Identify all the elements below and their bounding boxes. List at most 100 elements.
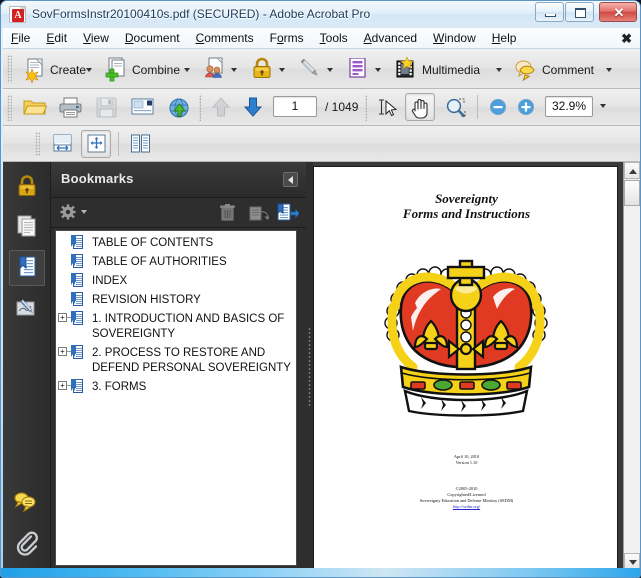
chevron-down-icon[interactable] <box>600 104 606 108</box>
create-button-label: Create <box>50 63 87 77</box>
bookmarks-list[interactable]: TABLE OF CONTENTS TABLE OF AUTHORITIES I… <box>55 230 297 566</box>
fit-page-icon <box>87 134 106 153</box>
page-thumbnails-icon <box>17 215 36 237</box>
expand-bookmark-icon[interactable] <box>58 313 67 322</box>
bookmarks-title: Bookmarks <box>61 171 134 186</box>
collaborate-icon <box>205 57 223 78</box>
menu-window[interactable]: Window <box>425 28 484 49</box>
menu-file[interactable]: File <box>3 28 38 49</box>
toolbar-grip[interactable] <box>7 55 12 83</box>
list-item[interactable]: TABLE OF CONTENTS <box>56 234 296 253</box>
toolbar-grip[interactable] <box>35 132 40 156</box>
toolbar-divider <box>118 132 119 156</box>
collapse-panel-button[interactable] <box>283 172 298 187</box>
open-file-button[interactable] <box>19 93 49 121</box>
panel-splitter[interactable] <box>306 162 313 570</box>
close-document-button[interactable]: ✖ <box>621 28 632 49</box>
combine-files-icon <box>105 57 125 82</box>
close-window-button[interactable]: ✕ <box>599 2 637 22</box>
menu-advanced[interactable]: Advanced <box>356 28 425 49</box>
menu-document[interactable]: Document <box>117 28 188 49</box>
comment-button[interactable]: Comment <box>511 53 617 85</box>
scroll-down-arrow-icon <box>629 560 637 565</box>
list-item[interactable]: 2. PROCESS TO RESTORE AND DEFEND PERSONA… <box>56 344 296 378</box>
fit-page-button[interactable] <box>81 130 111 158</box>
list-item[interactable]: 3. FORMS <box>56 378 296 397</box>
save-disk-icon <box>96 97 117 118</box>
sidebar-item-attachments[interactable] <box>9 525 45 561</box>
chevron-down-icon <box>86 68 92 72</box>
sidebar-item-security[interactable] <box>9 168 45 204</box>
collaborate-button[interactable] <box>199 53 241 85</box>
new-bookmark-button[interactable] <box>277 202 300 228</box>
zoom-in-button[interactable] <box>513 95 539 119</box>
menu-comments[interactable]: Comments <box>188 28 262 49</box>
forms-button[interactable] <box>343 53 385 85</box>
maximize-button[interactable] <box>565 2 594 22</box>
secure-button[interactable] <box>247 53 289 85</box>
zoom-value-input[interactable]: 32.9% <box>545 96 593 117</box>
expand-bookmark-icon[interactable] <box>58 347 67 356</box>
delete-bookmark-button[interactable] <box>219 203 237 228</box>
list-item[interactable]: TABLE OF AUTHORITIES <box>56 253 296 272</box>
sidebar-item-signatures[interactable] <box>9 291 45 327</box>
bookmark-label: TABLE OF AUTHORITIES <box>92 256 227 268</box>
scrollbar-thumb[interactable] <box>624 180 640 206</box>
combine-button[interactable]: Combine <box>101 53 193 85</box>
maximize-icon <box>575 8 586 18</box>
fit-width-button[interactable] <box>47 130 77 158</box>
forms-icon <box>349 58 366 78</box>
expand-current-bookmark-button[interactable] <box>249 203 271 228</box>
toolbar-grip[interactable] <box>7 95 12 121</box>
two-page-view-icon <box>131 134 150 153</box>
sidebar-item-bookmarks[interactable] <box>9 250 45 286</box>
royal-crown-illustration <box>371 255 561 417</box>
page-number-input[interactable]: 1 <box>273 96 317 117</box>
multimedia-button[interactable]: Multimedia <box>391 53 507 85</box>
menu-tools[interactable]: Tools <box>312 28 356 49</box>
hand-tool-button[interactable] <box>405 93 435 121</box>
bookmarks-panel: Bookmarks TABLE OF CONTENTS TABLE OF AUT… <box>51 162 306 570</box>
zoom-out-button[interactable] <box>485 95 511 119</box>
pdf-page[interactable]: Sovereignty Forms and Instructions April… <box>313 166 618 570</box>
bookmark-options-button[interactable] <box>59 202 79 227</box>
select-tool-button[interactable] <box>373 93 401 121</box>
menu-help[interactable]: Help <box>484 28 525 49</box>
comment-balloon-icon <box>515 60 535 82</box>
title-bar: A SovFormsInstr20100410s.pdf (SECURED) -… <box>1 1 640 28</box>
print-button[interactable] <box>55 93 85 121</box>
minimize-button[interactable] <box>535 2 564 22</box>
previous-page-button[interactable] <box>207 93 235 121</box>
scroll-up-button[interactable] <box>624 162 640 179</box>
sidebar-item-pages[interactable] <box>9 209 45 245</box>
list-item[interactable]: INDEX <box>56 272 296 291</box>
combine-button-label: Combine <box>132 63 181 77</box>
save-button[interactable] <box>91 93 121 121</box>
create-button[interactable]: Create <box>19 53 95 85</box>
gear-options-icon <box>60 204 76 220</box>
page-date-block: April 10, 2010 Version 1.10 <box>314 454 619 466</box>
sign-button[interactable] <box>295 53 337 85</box>
chevron-down-icon <box>375 68 381 72</box>
bookmark-page-icon <box>71 292 83 306</box>
page-total-label: / 1049 <box>325 100 359 114</box>
scroll-up-arrow-icon <box>629 169 637 174</box>
list-item[interactable]: REVISION HISTORY <box>56 291 296 310</box>
page-url-link[interactable]: http://sedm.org/ <box>314 504 619 510</box>
next-page-button[interactable] <box>239 93 267 121</box>
list-item[interactable]: 1. INTRODUCTION AND BASICS OF SOVEREIGNT… <box>56 310 296 344</box>
multimedia-button-label: Multimedia <box>422 63 481 77</box>
page-display-toolbar <box>3 126 640 162</box>
marquee-zoom-button[interactable] <box>441 93 471 121</box>
two-page-view-button[interactable] <box>125 130 155 158</box>
document-scrollbar[interactable] <box>623 162 640 570</box>
signatures-icon <box>16 299 35 316</box>
sidebar-item-comments[interactable] <box>9 484 45 520</box>
menu-view[interactable]: View <box>75 28 117 49</box>
menu-forms[interactable]: Forms <box>262 28 312 49</box>
chevron-down-icon[interactable] <box>81 210 87 214</box>
email-button[interactable] <box>127 93 157 121</box>
expand-bookmark-icon[interactable] <box>58 381 67 390</box>
menu-edit[interactable]: Edit <box>38 28 75 49</box>
upload-button[interactable] <box>163 93 193 121</box>
